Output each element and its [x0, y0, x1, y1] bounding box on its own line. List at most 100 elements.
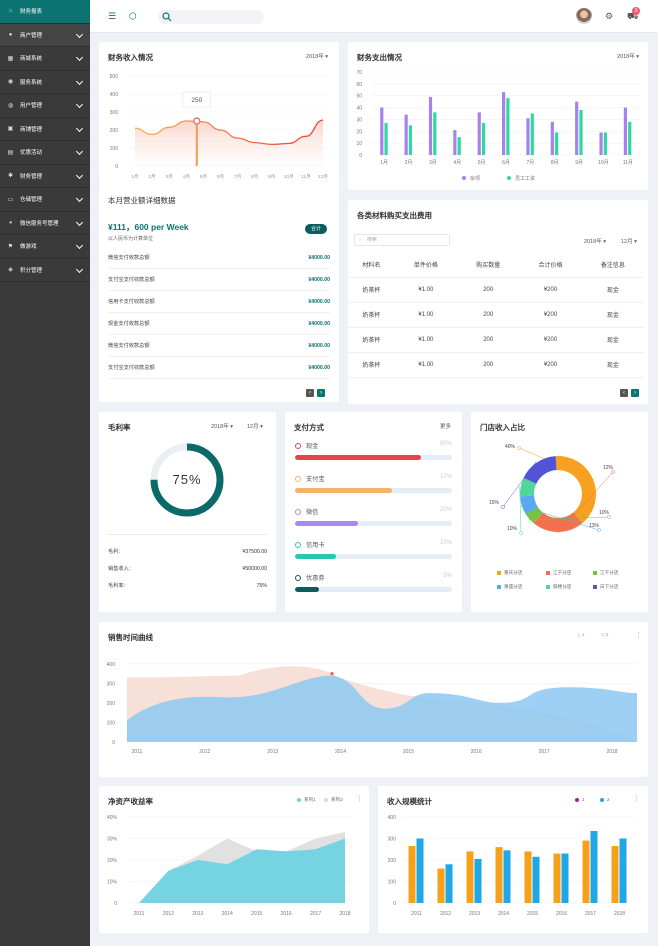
bar-misc: [575, 101, 579, 155]
sidebar-item-3[interactable]: ◉ 服务系统: [0, 71, 90, 94]
x-tick-label: 2011: [132, 749, 143, 755]
table-cell: ¥200: [519, 277, 582, 303]
sidebar-item-9[interactable]: ◕ 微信服务号管理: [0, 212, 90, 235]
avatar[interactable]: [576, 8, 592, 24]
store-legend-item[interactable]: 重盛分店: [497, 584, 522, 590]
x-tick-label: 2015: [403, 749, 414, 755]
bar-series-1: [582, 840, 590, 903]
table-row[interactable]: 奶茶杯 ¥1.00 200 ¥200 现金: [348, 327, 644, 353]
store-legend-item[interactable]: 重庆分店: [497, 570, 522, 576]
settings-icon[interactable]: ⚙: [605, 11, 613, 22]
sidebar-item-label: 商户管理: [20, 32, 43, 39]
row-value: ¥4000.00: [308, 276, 330, 283]
table-cell: ¥1.00: [394, 327, 458, 353]
prev-page-button[interactable]: ‹: [620, 389, 628, 397]
prev-page-button[interactable]: ‹: [306, 389, 314, 397]
x-tick-label: 2016: [281, 911, 292, 917]
bar-salary: [555, 132, 559, 155]
payment-item[interactable]: 支付宝 12%: [295, 474, 452, 493]
store-legend-item[interactable]: 江宁分店: [546, 570, 571, 576]
store-donut-chart: 40% 12% 10% 13% 10% 15%: [489, 444, 615, 535]
sidebar-item-4[interactable]: ◍ 用户管理: [0, 94, 90, 118]
sales-area-chart: 0 100 200 300 400 2011 2012 2013 2014 2015 2016 201…: [107, 662, 637, 755]
gross-year-select[interactable]: 2018年 ▾: [211, 422, 233, 430]
payment-item[interactable]: 现金 80%: [295, 441, 452, 460]
y-tick-label: 0: [114, 901, 117, 907]
table-cell: 200: [457, 277, 520, 303]
bar-series-1: [553, 853, 561, 903]
table-cell: ¥1.00: [394, 302, 458, 328]
payment-percent: 5%: [443, 573, 452, 579]
row-value: ¥4000.00: [308, 364, 330, 371]
x-tick-label: 2013: [469, 911, 480, 917]
menu-toggle-icon[interactable]: ☰: [108, 11, 116, 22]
x-tick-label: 9月: [575, 160, 583, 166]
gross-title: 毛利率: [108, 423, 131, 432]
sidebar-item-label: 用户管理: [20, 103, 43, 110]
bar-misc: [502, 92, 506, 155]
y-tick-label: 200: [107, 701, 116, 707]
y-tick-label: 0: [112, 740, 115, 746]
sidebar-item-5[interactable]: ▣ 商铺管理: [0, 118, 90, 141]
store-legend-item[interactable]: 江干分店: [593, 570, 618, 576]
chevron-down-icon: [75, 218, 84, 226]
sidebar-item-7[interactable]: ✱ 财务管理: [0, 165, 90, 188]
table-row[interactable]: 奶茶杯 ¥1.00 200 ¥200 现金: [348, 302, 644, 328]
payment-dot: [295, 475, 301, 482]
payment-item[interactable]: 信用卡 10%: [295, 540, 452, 559]
sidebar-item-2[interactable]: ▦ 商城系统: [0, 47, 90, 71]
y-tick-label: 30%: [107, 837, 118, 843]
sidebar-item-0[interactable]: ⌂ 财务报表: [0, 0, 90, 24]
sidebar-item-6[interactable]: ▤ 优惠活动: [0, 141, 90, 165]
search-input[interactable]: [158, 10, 264, 24]
bar-salary: [579, 109, 583, 155]
payment-item[interactable]: 优惠券 5%: [295, 573, 452, 592]
total-badge[interactable]: 合计: [305, 224, 327, 234]
materials-search-input[interactable]: ○ 搜索: [354, 234, 450, 246]
bar-salary: [628, 121, 632, 155]
table-cell: ¥1.00: [394, 352, 458, 378]
detail-title: 本月营业额详细数据: [108, 196, 176, 205]
label-dot: [519, 531, 523, 535]
bar-misc: [526, 118, 530, 155]
sidebar-item-11[interactable]: ◈ 积分管理: [0, 259, 90, 282]
sidebar-item-10[interactable]: ⚑ 做游戏: [0, 235, 90, 259]
store-legend-item[interactable]: 鼓楼分店: [546, 584, 571, 590]
sidebar-item-1[interactable]: ● 商户管理: [0, 23, 90, 47]
next-page-button[interactable]: ›: [631, 389, 639, 397]
gross-percent: 75%: [172, 472, 202, 487]
payment-percent: 10%: [439, 540, 452, 546]
x-tick-label: 2012: [163, 911, 174, 917]
chat-icon: ◉: [7, 79, 14, 86]
x-tick-label: 6月: [217, 174, 224, 180]
materials-year-select[interactable]: 2018年 ▾: [584, 237, 606, 245]
payment-item[interactable]: 微信 20%: [295, 507, 452, 526]
more-link[interactable]: 更多: [440, 422, 451, 430]
sidebar-item-8[interactable]: ▭ 仓储管理: [0, 188, 90, 212]
x-tick-label: 2017: [310, 911, 321, 917]
legend-label: 重庆分店: [504, 570, 523, 575]
materials-month-select[interactable]: 12月 ▾: [621, 237, 637, 245]
cube-icon[interactable]: ⬡: [129, 11, 137, 22]
gross-month-select[interactable]: 12月 ▾: [247, 422, 263, 430]
sidebar: ⌂ 财务报表 ● 商户管理 ▦ 商城系统 ◉ 服务系统 ◍ 用户管理 ▣ 商铺管理 ▤ 优惠活动 ✱ 财务管理…: [0, 0, 90, 946]
store-legend-item[interactable]: 白下分店: [593, 584, 618, 590]
row-label: 支付宝支付收款总额: [108, 277, 155, 283]
next-page-button[interactable]: ›: [317, 389, 325, 397]
column-header: 材料名: [348, 252, 395, 278]
table-cell: 现金: [581, 327, 644, 353]
x-tick-label: 2018: [614, 911, 625, 917]
table-cell: 200: [457, 352, 520, 378]
bar-salary: [384, 122, 388, 155]
x-tick-label: 2016: [556, 911, 567, 917]
payment-bar: [295, 488, 452, 493]
detail-row: 微信支付收款总额 ¥4000.00: [108, 247, 330, 269]
legend-label: 白下分店: [600, 584, 619, 589]
sidebar-item-label: 做游戏: [20, 244, 37, 251]
row-value: ¥4000.00: [308, 254, 330, 261]
table-row[interactable]: 奶茶杯 ¥1.00 200 ¥200 现金: [348, 277, 644, 303]
label-dot: [501, 505, 505, 509]
legend-dot: [462, 176, 466, 180]
chevron-down-icon: [75, 53, 84, 62]
table-row[interactable]: 奶茶杯 ¥1.00 200 ¥200 现金: [348, 352, 644, 378]
